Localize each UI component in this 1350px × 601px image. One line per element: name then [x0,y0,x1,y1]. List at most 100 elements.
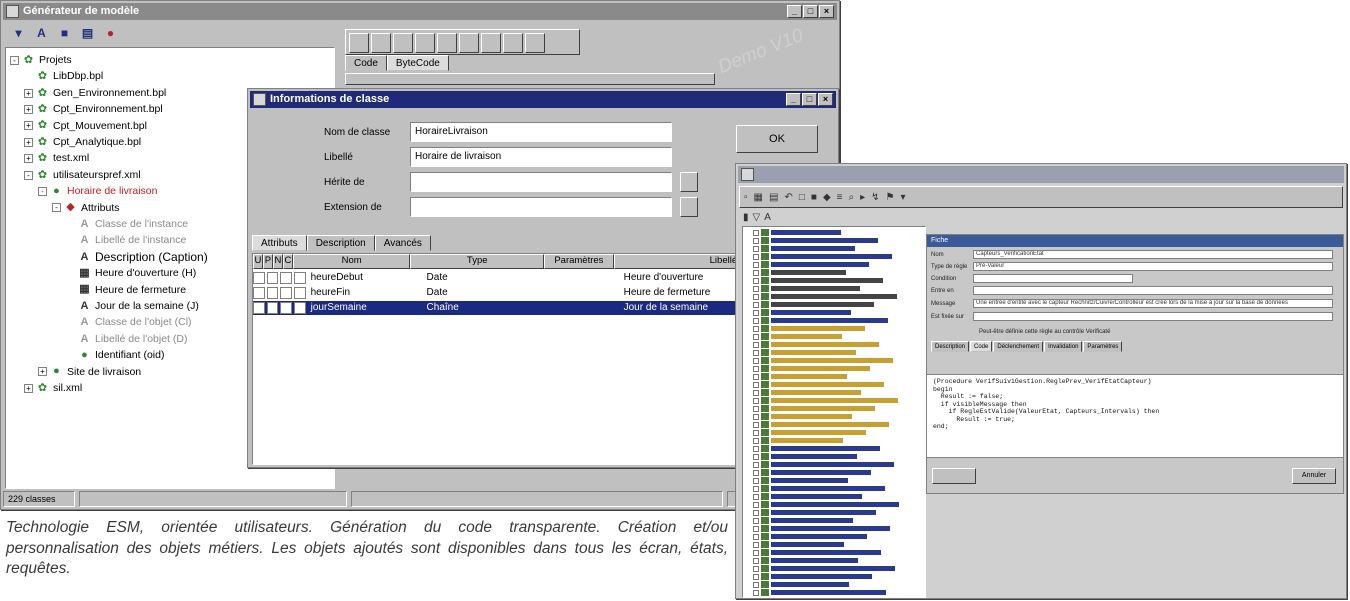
ok-button[interactable]: OK [736,125,818,153]
expand-toggle-icon[interactable] [753,462,759,468]
tree-item[interactable] [753,445,923,453]
align-icon[interactable]: ≡ [837,192,843,203]
expand-toggle-icon[interactable]: + [24,137,33,147]
tree-item[interactable] [753,589,923,597]
tree-item[interactable]: - ✿ Projets [10,52,72,68]
rule-type-select[interactable]: Pré-Valeur [973,262,1333,271]
expand-toggle-icon[interactable] [753,414,759,420]
col-parametres[interactable]: Paramètres [544,254,614,269]
shape-icon[interactable]: ◆ [823,192,831,203]
rule-code-editor[interactable]: (Procedure VerifSuiviGestion.ReglePrev_V… [926,374,1344,458]
rule-tab-invalidation[interactable]: Invalidation [1044,341,1083,352]
box-icon[interactable]: □ [799,192,805,203]
down-icon[interactable]: ▾ [900,192,905,203]
stop-icon[interactable]: ● [103,26,118,40]
extension-field[interactable] [410,197,672,217]
col-u[interactable]: U [253,254,263,269]
row-checkbox[interactable] [253,272,265,284]
expand-toggle-icon[interactable] [753,446,759,452]
expand-toggle-icon[interactable] [753,534,759,540]
tree-item[interactable] [753,245,923,253]
expand-toggle-icon[interactable]: + [24,154,33,164]
expand-toggle-icon[interactable] [753,334,759,340]
list-icon[interactable]: ▮ [743,212,749,223]
grid-icon[interactable]: ▦ [754,192,763,203]
row-checkbox[interactable] [293,287,306,299]
tree-item[interactable]: ● Identifiant (oid) [66,347,164,363]
tree-item[interactable] [753,309,923,317]
col-type[interactable]: Type [410,254,544,269]
filter-icon[interactable]: ▽ [753,212,761,223]
tree-item[interactable] [753,277,923,285]
expand-toggle-icon[interactable] [753,454,759,460]
main-window-titlebar[interactable]: Générateur de modèle _ □ × [3,3,837,20]
tree-item[interactable] [753,421,923,429]
expand-toggle-icon[interactable] [753,278,759,284]
expand-toggle-icon[interactable] [753,350,759,356]
tree-item[interactable] [753,461,923,469]
row-checkbox[interactable] [280,287,292,299]
class-label-field[interactable]: Horaire de livraison [410,147,672,167]
rule-checkbox-label[interactable]: Peut-être définie cette règle au contrôl… [979,329,1110,335]
tab-description[interactable]: Description [306,235,375,251]
tree-item[interactable] [753,453,923,461]
tree-item[interactable] [753,517,923,525]
toolbar-button-cut[interactable] [349,33,369,53]
expand-toggle-icon[interactable]: + [24,88,33,98]
expand-toggle-icon[interactable] [753,494,759,500]
expand-toggle-icon[interactable] [753,382,759,388]
tree-item[interactable] [753,317,923,325]
tree-item[interactable]: A Libellé de l'objet (D) [66,331,188,347]
expand-toggle-icon[interactable] [753,574,759,580]
tab-code[interactable]: Code [345,55,387,71]
tree-item[interactable] [753,413,923,421]
font-icon[interactable]: A [764,212,771,223]
expand-toggle-icon[interactable] [753,246,759,252]
col-p[interactable]: P [262,254,273,269]
class-name-field[interactable]: HoraireLivraison [410,122,672,142]
tree-item[interactable] [753,581,923,589]
toolbar-button-stop[interactable] [503,33,523,53]
tree-item[interactable] [753,429,923,437]
toolbar-button-help[interactable] [525,33,545,53]
expand-toggle-icon[interactable] [753,254,759,260]
expand-toggle-icon[interactable]: - [52,203,61,213]
toolbar-button-run[interactable] [415,33,435,53]
save-icon[interactable]: ■ [57,26,72,40]
tree-item[interactable] [753,557,923,565]
expand-toggle-icon[interactable] [753,430,759,436]
tab-bytecode[interactable]: ByteCode [386,55,449,71]
tab-avances[interactable]: Avancés [374,235,431,251]
step-icon[interactable]: ↯ [871,192,879,203]
expand-toggle-icon[interactable] [753,238,759,244]
tree-item[interactable] [753,349,923,357]
expand-toggle-icon[interactable] [753,486,759,492]
tree-item[interactable] [753,549,923,557]
inherits-browse-button[interactable] [680,172,698,192]
undo-icon[interactable]: ↶ [784,192,792,203]
row-checkbox[interactable] [266,302,279,314]
dialog-close-button[interactable]: × [818,93,833,106]
expand-toggle-icon[interactable] [753,526,759,532]
extension-browse-button[interactable] [680,197,698,217]
row-checkbox[interactable] [293,302,306,314]
flag-icon[interactable]: ⚑ [886,192,895,203]
tree-item[interactable] [753,269,923,277]
tree-item[interactable] [753,541,923,549]
tree-item[interactable] [753,485,923,493]
expand-toggle-icon[interactable] [753,318,759,324]
print-icon[interactable]: ▤ [80,26,95,40]
tree-item[interactable] [753,373,923,381]
rule-tab-code[interactable]: Code [970,341,993,352]
zoom-icon[interactable]: ⌕ [848,192,854,203]
tree-item[interactable] [753,525,923,533]
expand-toggle-icon[interactable]: + [38,367,47,377]
tree-item[interactable]: A Classe de l'instance [66,216,189,232]
rule-tab-description[interactable]: Description [931,341,970,352]
inherits-field[interactable] [410,172,672,192]
dialog-titlebar[interactable]: Informations de classe _ □ × [250,91,836,108]
tree-item[interactable] [753,493,923,501]
tree-item[interactable] [753,477,923,485]
tree-item[interactable]: A Jour de la semaine (J) [66,298,199,314]
tree-item[interactable]: ✿ LibDbp.bpl [24,68,103,84]
